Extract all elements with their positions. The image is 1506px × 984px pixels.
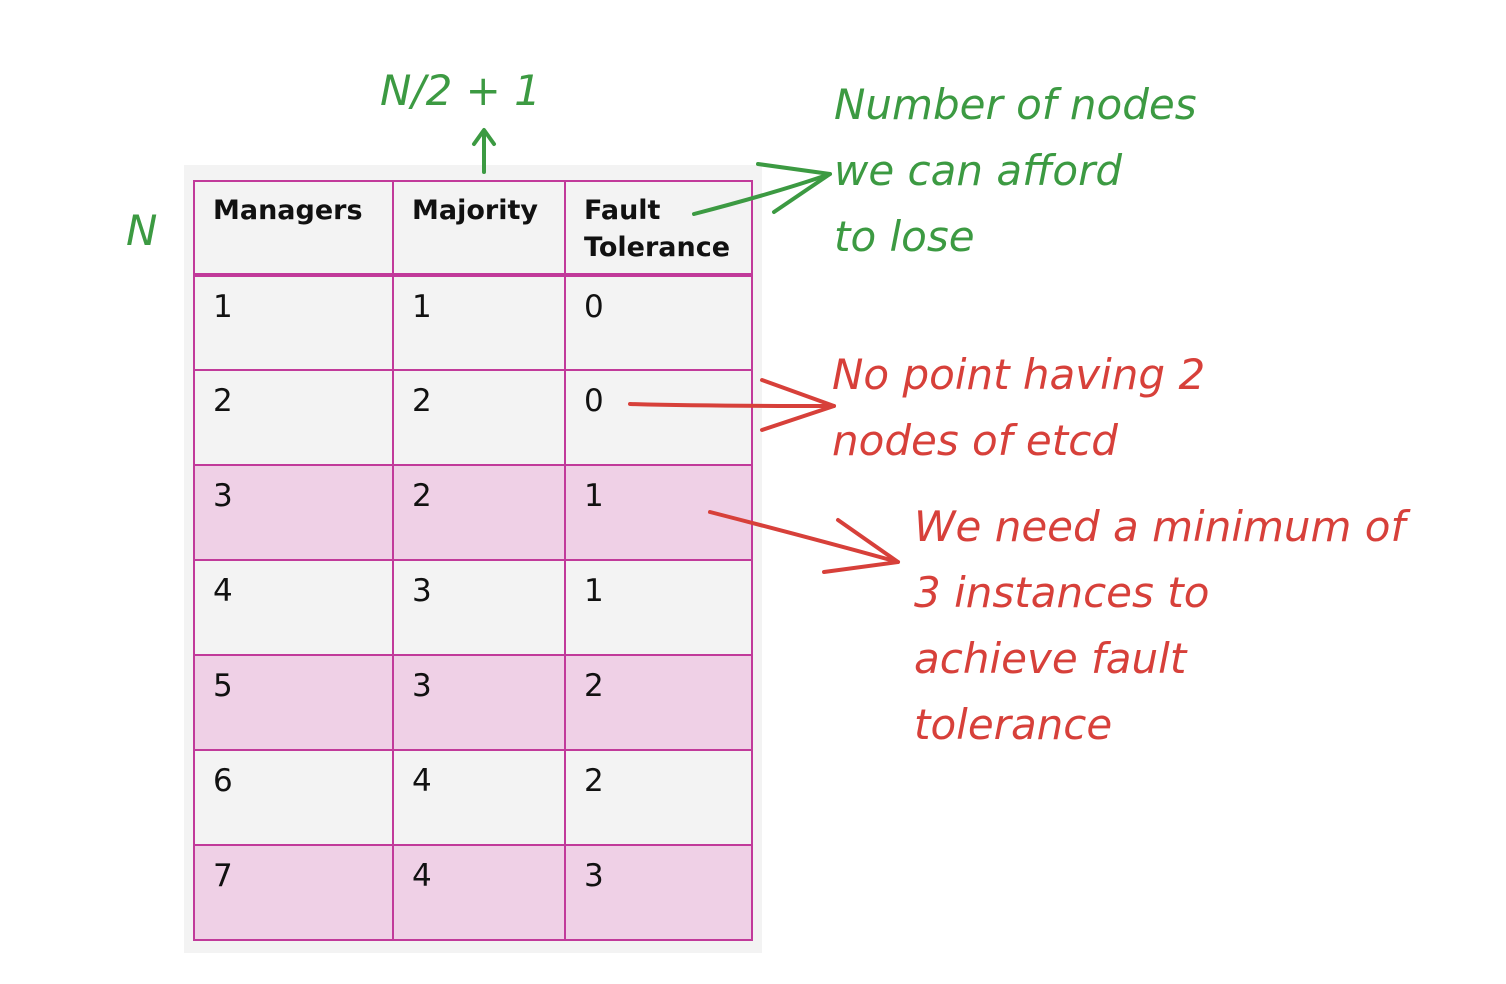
- minimum-instances-annotation: We need a minimum of 3 instances to achi…: [914, 494, 1494, 758]
- annotation-line: achieve fault: [914, 634, 1187, 683]
- table-row: 110: [193, 274, 753, 371]
- table-row: 642: [193, 749, 753, 846]
- majority-cell: 3: [392, 559, 566, 656]
- table-row: 743: [193, 844, 753, 941]
- annotation-line: nodes of etcd: [832, 416, 1118, 465]
- annotation-line: Number of nodes: [834, 80, 1197, 129]
- annotation-line: We need a minimum of: [914, 502, 1406, 551]
- quorum-table: Managers Majority Fault Tolerance 110220…: [193, 180, 753, 941]
- annotation-line: to lose: [834, 212, 975, 261]
- majority-cell: 2: [392, 464, 566, 561]
- majority-cell: 3: [392, 654, 566, 751]
- table-header-row: Managers Majority Fault Tolerance: [193, 180, 753, 277]
- managers-cell: 5: [193, 654, 394, 751]
- fault-tolerance-cell: 0: [564, 369, 753, 466]
- managers-cell: 4: [193, 559, 394, 656]
- fault-tolerance-cell: 3: [564, 844, 753, 941]
- annotation-line: No point having 2: [832, 350, 1206, 399]
- managers-symbol-annotation: N: [126, 206, 158, 255]
- fault-tolerance-cell: 0: [564, 274, 753, 371]
- managers-cell: 6: [193, 749, 394, 846]
- annotation-line: we can afford: [834, 146, 1123, 195]
- majority-formula-annotation: N/2 + 1: [380, 66, 541, 115]
- two-nodes-annotation: No point having 2 nodes of etcd: [832, 342, 1352, 474]
- header-managers: Managers: [193, 180, 394, 277]
- majority-cell: 2: [392, 369, 566, 466]
- table-row: 220: [193, 369, 753, 466]
- fault-tolerance-cell: 1: [564, 464, 753, 561]
- header-majority: Majority: [392, 180, 566, 277]
- annotation-line: tolerance: [914, 700, 1113, 749]
- managers-cell: 7: [193, 844, 394, 941]
- managers-cell: 3: [193, 464, 394, 561]
- majority-cell: 1: [392, 274, 566, 371]
- annotation-line: 3 instances to: [914, 568, 1210, 617]
- header-fault-tolerance: Fault Tolerance: [564, 180, 753, 277]
- fault-tolerance-cell: 2: [564, 749, 753, 846]
- managers-cell: 2: [193, 369, 394, 466]
- fault-tolerance-cell: 2: [564, 654, 753, 751]
- table-row: 321: [193, 464, 753, 561]
- fault-tolerance-cell: 1: [564, 559, 753, 656]
- table-body: 110220321431532642743: [193, 274, 753, 941]
- fault-tolerance-annotation: Number of nodes we can afford to lose: [834, 72, 1294, 270]
- table-row: 532: [193, 654, 753, 751]
- majority-cell: 4: [392, 844, 566, 941]
- managers-cell: 1: [193, 274, 394, 371]
- majority-cell: 4: [392, 749, 566, 846]
- table-row: 431: [193, 559, 753, 656]
